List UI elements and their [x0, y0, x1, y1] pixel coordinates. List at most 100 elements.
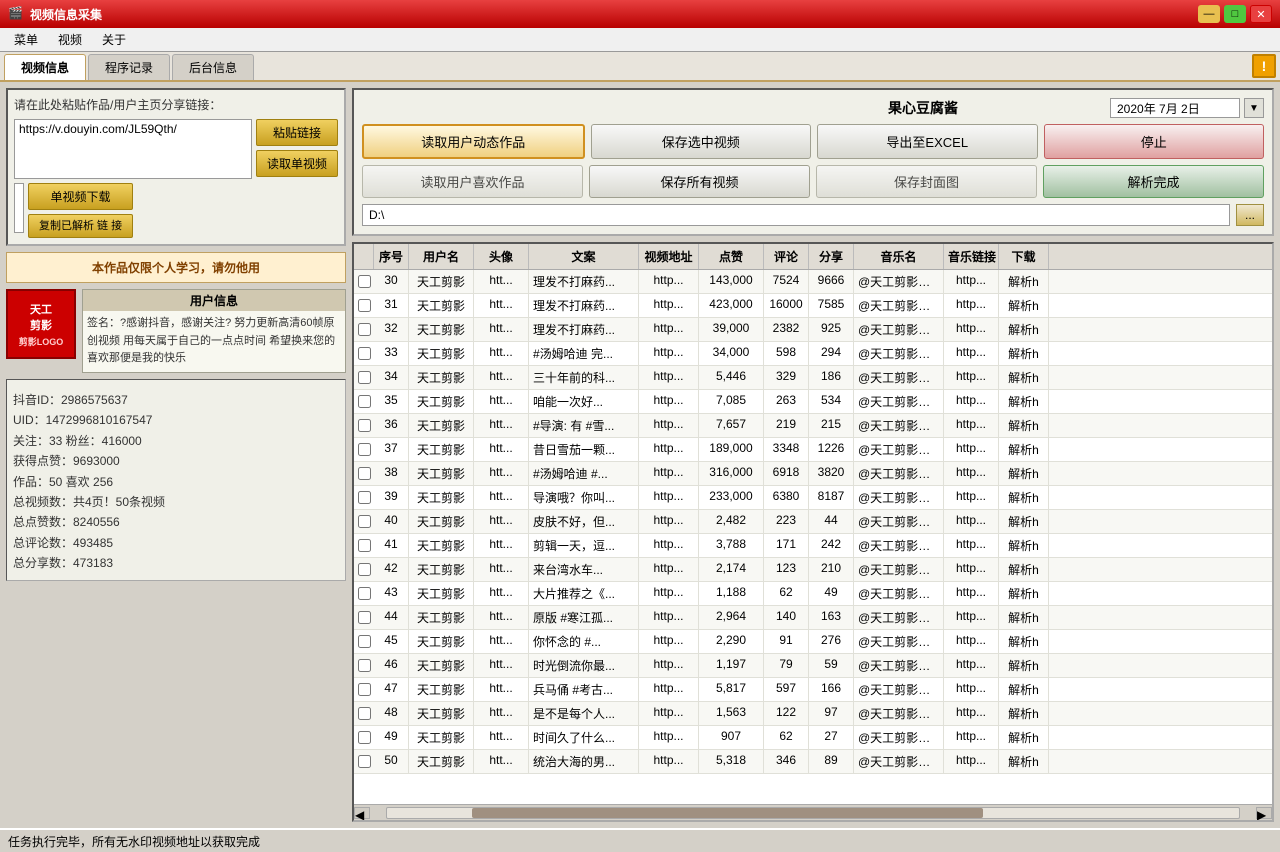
row-checkbox[interactable] — [354, 726, 374, 749]
row-checkbox[interactable] — [354, 678, 374, 701]
row-music: @天工剪影创作... — [854, 582, 944, 605]
row-shares: 9666 — [809, 270, 854, 293]
stop-button[interactable]: 停止 — [1044, 124, 1265, 159]
table-row: 41 天工剪影 htt... 剪辑一天，逗... http... 3,788 1… — [354, 534, 1272, 558]
menu-item-cai[interactable]: 菜单 — [4, 29, 48, 50]
tab-program-log[interactable]: 程序记录 — [88, 54, 170, 80]
row-checkbox[interactable] — [354, 534, 374, 557]
user-info-title: 用户信息 — [83, 290, 345, 311]
row-num: 33 — [374, 342, 409, 365]
row-comments: 263 — [764, 390, 809, 413]
row-likes: 233,000 — [699, 486, 764, 509]
row-comments: 91 — [764, 630, 809, 653]
row-dl: 解析h — [999, 294, 1049, 317]
copy-parsed-button[interactable]: 复制已解析 链 接 — [28, 214, 133, 238]
row-musicurl: http... — [944, 702, 999, 725]
date-input[interactable] — [1110, 98, 1240, 118]
row-checkbox[interactable] — [354, 654, 374, 677]
row-checkbox[interactable] — [354, 750, 374, 773]
row-dl: 解析h — [999, 654, 1049, 677]
row-shares: 215 — [809, 414, 854, 437]
row-checkbox[interactable] — [354, 414, 374, 437]
row-shares: 925 — [809, 318, 854, 341]
h-scroll-left[interactable]: ◀ — [354, 807, 370, 819]
row-music: @天工剪影创作... — [854, 726, 944, 749]
row-checkbox[interactable] — [354, 702, 374, 725]
row-checkbox[interactable] — [354, 462, 374, 485]
menu-item-about[interactable]: 关于 — [92, 29, 136, 50]
row-checkbox[interactable] — [354, 510, 374, 533]
col-user-header: 用户名 — [409, 244, 474, 269]
row-musicurl: http... — [944, 510, 999, 533]
row-num: 47 — [374, 678, 409, 701]
export-excel-button[interactable]: 导出至EXCEL — [817, 124, 1038, 159]
row-comments: 171 — [764, 534, 809, 557]
row-checkbox[interactable] — [354, 318, 374, 341]
tab-backend-info[interactable]: 后台信息 — [172, 54, 254, 80]
path-input[interactable] — [362, 204, 1230, 226]
read-single-button[interactable]: 读取单视频 — [256, 150, 338, 177]
row-num: 48 — [374, 702, 409, 725]
save-selected-button[interactable]: 保存选中视频 — [591, 124, 812, 159]
close-button[interactable]: ✕ — [1250, 5, 1272, 23]
row-text: 导演哦？你叫... — [529, 486, 639, 509]
row-text: #汤姆哈迪 完... — [529, 342, 639, 365]
user-works: 作品：50 喜欢 256 — [13, 472, 339, 492]
row-shares: 27 — [809, 726, 854, 749]
row-musicurl: http... — [944, 630, 999, 653]
single-download-button[interactable]: 单视频下载 — [28, 183, 133, 210]
row-user: 天工剪影 — [409, 558, 474, 581]
row-checkbox[interactable] — [354, 438, 374, 461]
row-user: 天工剪影 — [409, 438, 474, 461]
row-checkbox[interactable] — [354, 270, 374, 293]
browse-button[interactable]: ... — [1236, 204, 1264, 226]
row-num: 45 — [374, 630, 409, 653]
row-comments: 7524 — [764, 270, 809, 293]
row-user: 天工剪影 — [409, 678, 474, 701]
row-checkbox[interactable] — [354, 294, 374, 317]
row-dl: 解析h — [999, 510, 1049, 533]
menu-item-video[interactable]: 视频 — [48, 29, 92, 50]
minimize-button[interactable]: — — [1198, 5, 1220, 23]
paste-link-button[interactable]: 粘贴链接 — [256, 119, 338, 146]
row-comments: 223 — [764, 510, 809, 533]
h-scrollbar[interactable] — [386, 807, 1240, 819]
row-avatar: htt... — [474, 414, 529, 437]
url-input[interactable] — [14, 119, 252, 179]
save-cover-button[interactable]: 保存封面图 — [816, 165, 1037, 198]
row-music: @天工剪影创作... — [854, 630, 944, 653]
row-checkbox[interactable] — [354, 486, 374, 509]
row-num: 49 — [374, 726, 409, 749]
maximize-button[interactable]: □ — [1224, 5, 1246, 23]
row-url: http... — [639, 606, 699, 629]
row-comments: 219 — [764, 414, 809, 437]
warning-icon: ! — [1252, 54, 1276, 78]
row-checkbox[interactable] — [354, 582, 374, 605]
row-user: 天工剪影 — [409, 342, 474, 365]
read-favorite-button[interactable]: 读取用户喜欢作品 — [362, 165, 583, 198]
row-avatar: htt... — [474, 534, 529, 557]
table-row: 37 天工剪影 htt... 昔日雪茄一颗... http... 189,000… — [354, 438, 1272, 462]
row-checkbox[interactable] — [354, 390, 374, 413]
row-checkbox[interactable] — [354, 366, 374, 389]
h-scroll-right[interactable]: ▶ — [1256, 807, 1272, 819]
user-uid: UID：1472996810167547 — [13, 410, 339, 430]
status-text: 任务执行完毕，所有无水印视频地址以获取完成 — [8, 833, 260, 850]
row-shares: 1226 — [809, 438, 854, 461]
controls-row1: 果心豆腐酱 ▼ — [362, 98, 1264, 118]
row-checkbox[interactable] — [354, 630, 374, 653]
tab-video-info[interactable]: 视频信息 — [4, 54, 86, 80]
row-likes: 5,318 — [699, 750, 764, 773]
row-checkbox[interactable] — [354, 342, 374, 365]
date-down-button[interactable]: ▼ — [1244, 98, 1264, 118]
save-all-button[interactable]: 保存所有视频 — [589, 165, 810, 198]
row-likes: 2,482 — [699, 510, 764, 533]
row-likes: 1,563 — [699, 702, 764, 725]
row-comments: 6380 — [764, 486, 809, 509]
parse-done-button[interactable]: 解析完成 — [1043, 165, 1264, 198]
row-shares: 49 — [809, 582, 854, 605]
row-shares: 44 — [809, 510, 854, 533]
row-checkbox[interactable] — [354, 558, 374, 581]
row-checkbox[interactable] — [354, 606, 374, 629]
read-dynamic-button[interactable]: 读取用户动态作品 — [362, 124, 585, 159]
